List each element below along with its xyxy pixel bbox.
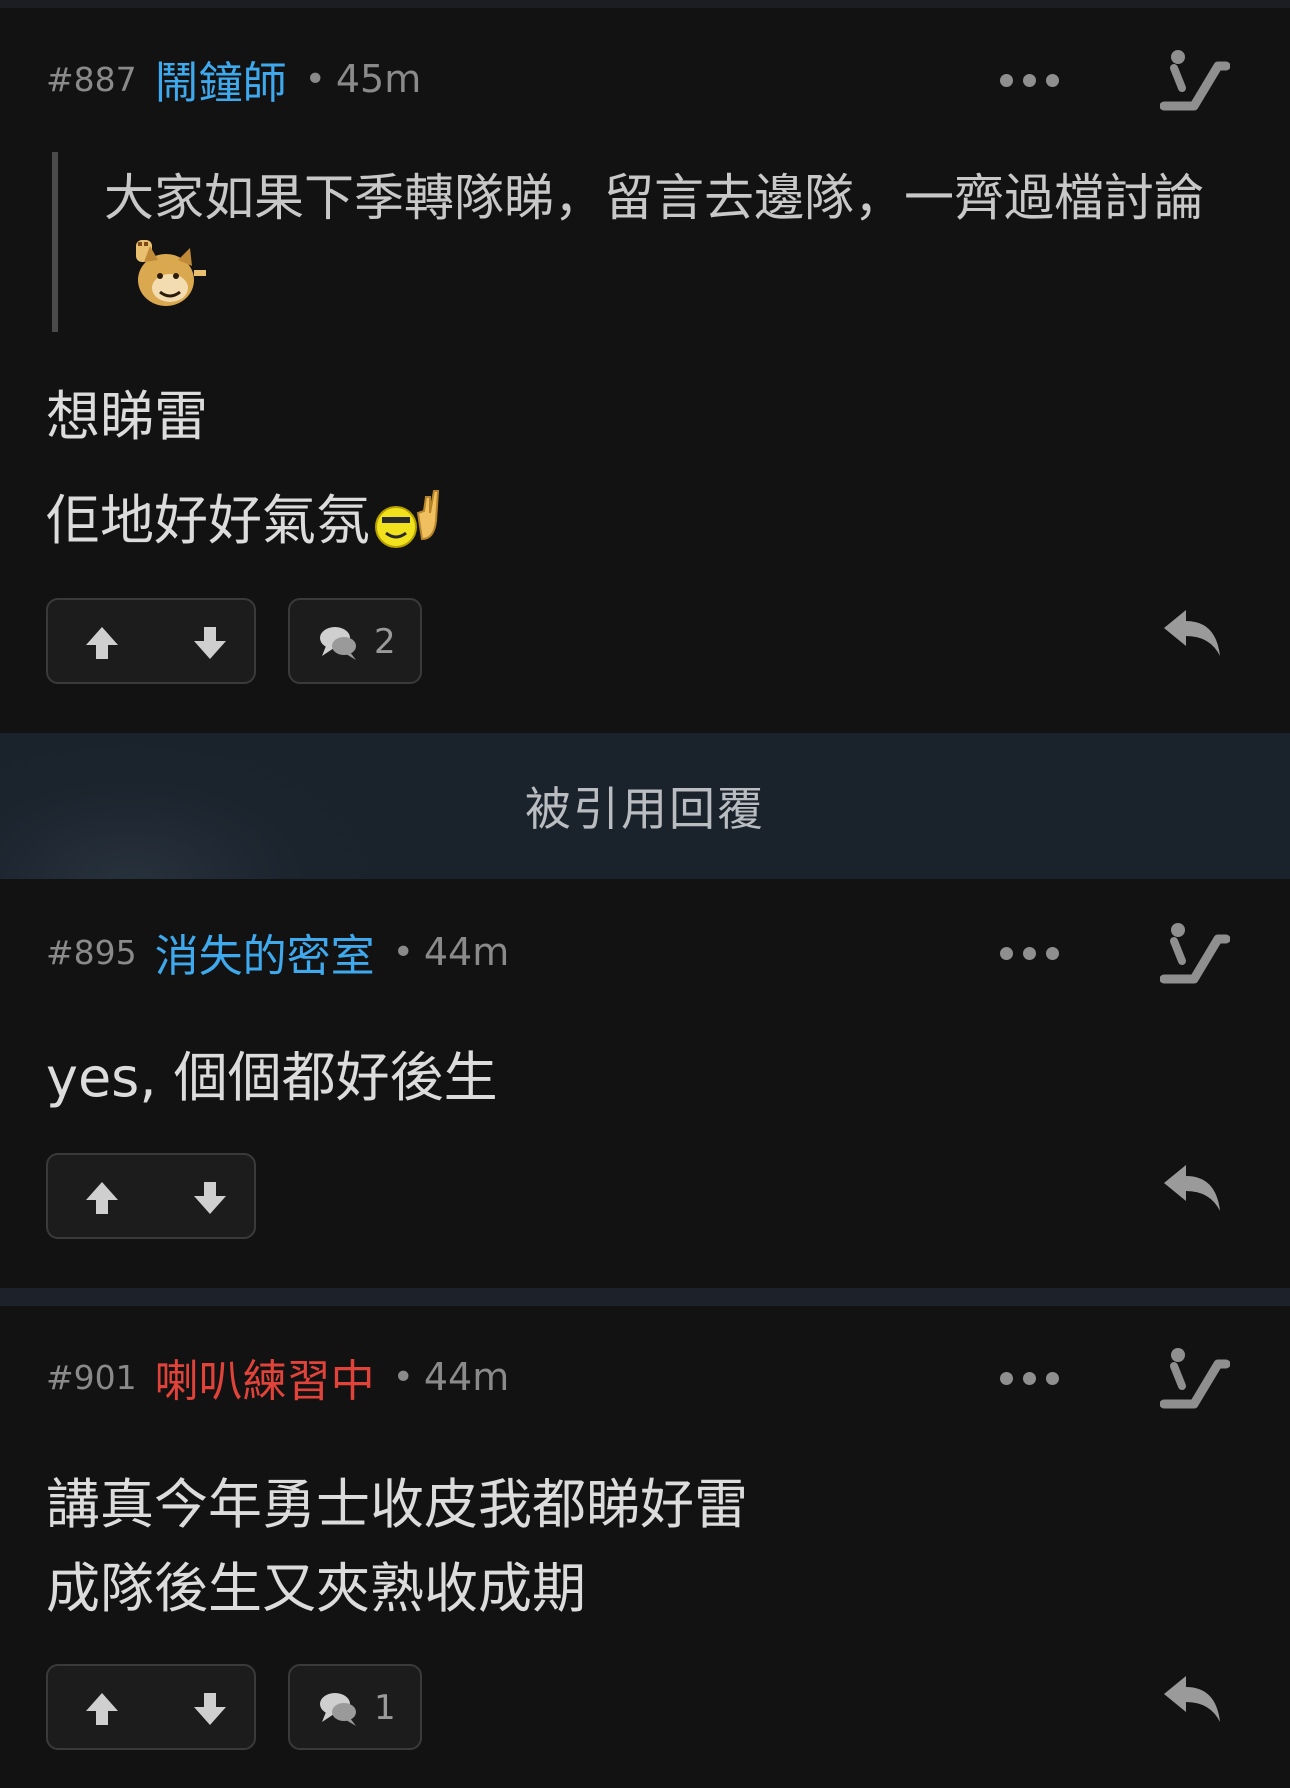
downvote-icon[interactable] [188, 621, 232, 665]
post-meta: #887 鬧鐘師 • 45m [46, 54, 422, 109]
more-icon[interactable] [1000, 69, 1060, 89]
escalator-icon[interactable] [1160, 921, 1230, 985]
post-line: 成隊後生又夾熟收成期 [46, 1557, 586, 1620]
post-line: 佢地好好氣氛 [46, 489, 370, 552]
meta-separator: • [392, 931, 414, 973]
doge-wave-sticker [136, 240, 206, 306]
quoted-message: 大家如果下季轉隊睇，留言去邊隊，一齊過檔討論 [52, 152, 1238, 332]
floor-number: #887 [46, 59, 137, 99]
comments-button[interactable]: 1 [288, 1664, 422, 1750]
vote-group [46, 1153, 256, 1239]
post-895: #895 消失的密室 • 44m yes, 個個都好後生 [0, 879, 1290, 1288]
upvote-icon[interactable] [80, 1176, 124, 1220]
quote-text: 大家如果下季轉隊睇，留言去邊隊，一齊過檔討論 [104, 169, 1204, 227]
vote-group [46, 598, 256, 684]
banner-label: 被引用回覆 [525, 782, 765, 836]
floor-number: #901 [46, 1357, 137, 1397]
post-line: 講真今年勇士收皮我都睇好雷 [46, 1473, 748, 1536]
username[interactable]: 鬧鐘師 [155, 47, 287, 111]
post-887: #887 鬧鐘師 • 45m 大家如果下季轉隊睇，留言去邊隊，一齊過檔討論 想睇… [0, 0, 1290, 733]
post-meta: #895 消失的密室 • 44m [46, 927, 510, 982]
comment-icon [320, 1693, 356, 1726]
downvote-icon[interactable] [188, 1176, 232, 1220]
more-icon[interactable] [1000, 1367, 1060, 1387]
post-line: 想睇雷 [46, 385, 208, 448]
username[interactable]: 喇叭練習中 [155, 1345, 375, 1409]
upvote-icon[interactable] [80, 1687, 124, 1731]
meta-separator: • [304, 58, 326, 100]
downvote-icon[interactable] [188, 1687, 232, 1731]
comments-button[interactable]: 2 [288, 598, 422, 684]
username[interactable]: 消失的密室 [155, 920, 375, 984]
escalator-icon[interactable] [1160, 48, 1230, 112]
post-time: 45m [335, 57, 422, 101]
reply-icon[interactable] [1160, 606, 1224, 662]
post-line: yes, 個個都好後生 [46, 1046, 498, 1109]
meta-separator: • [392, 1356, 414, 1398]
floor-number: #895 [46, 932, 137, 972]
post-divider [0, 1288, 1290, 1306]
vote-group [46, 1664, 256, 1750]
post-901: #901 喇叭練習中 • 44m 講真今年勇士收皮我都睇好雷 成隊後生又夾熟收成… [0, 1306, 1290, 1788]
escalator-icon[interactable] [1160, 1346, 1230, 1410]
upvote-icon[interactable] [80, 621, 124, 665]
post-meta: #901 喇叭練習中 • 44m [46, 1352, 510, 1407]
comment-count: 2 [374, 622, 396, 662]
quoted-replies-banner[interactable]: 被引用回覆 [0, 733, 1290, 879]
rock-on-smiley-sticker [375, 490, 440, 548]
comment-count: 1 [374, 1688, 396, 1728]
post-time: 44m [423, 930, 510, 974]
post-time: 44m [423, 1355, 510, 1399]
comment-icon [320, 627, 356, 660]
post-line-row: 佢地好好氣氛 [46, 476, 448, 555]
reply-icon[interactable] [1160, 1161, 1224, 1217]
more-icon[interactable] [1000, 942, 1060, 962]
reply-icon[interactable] [1160, 1672, 1224, 1728]
